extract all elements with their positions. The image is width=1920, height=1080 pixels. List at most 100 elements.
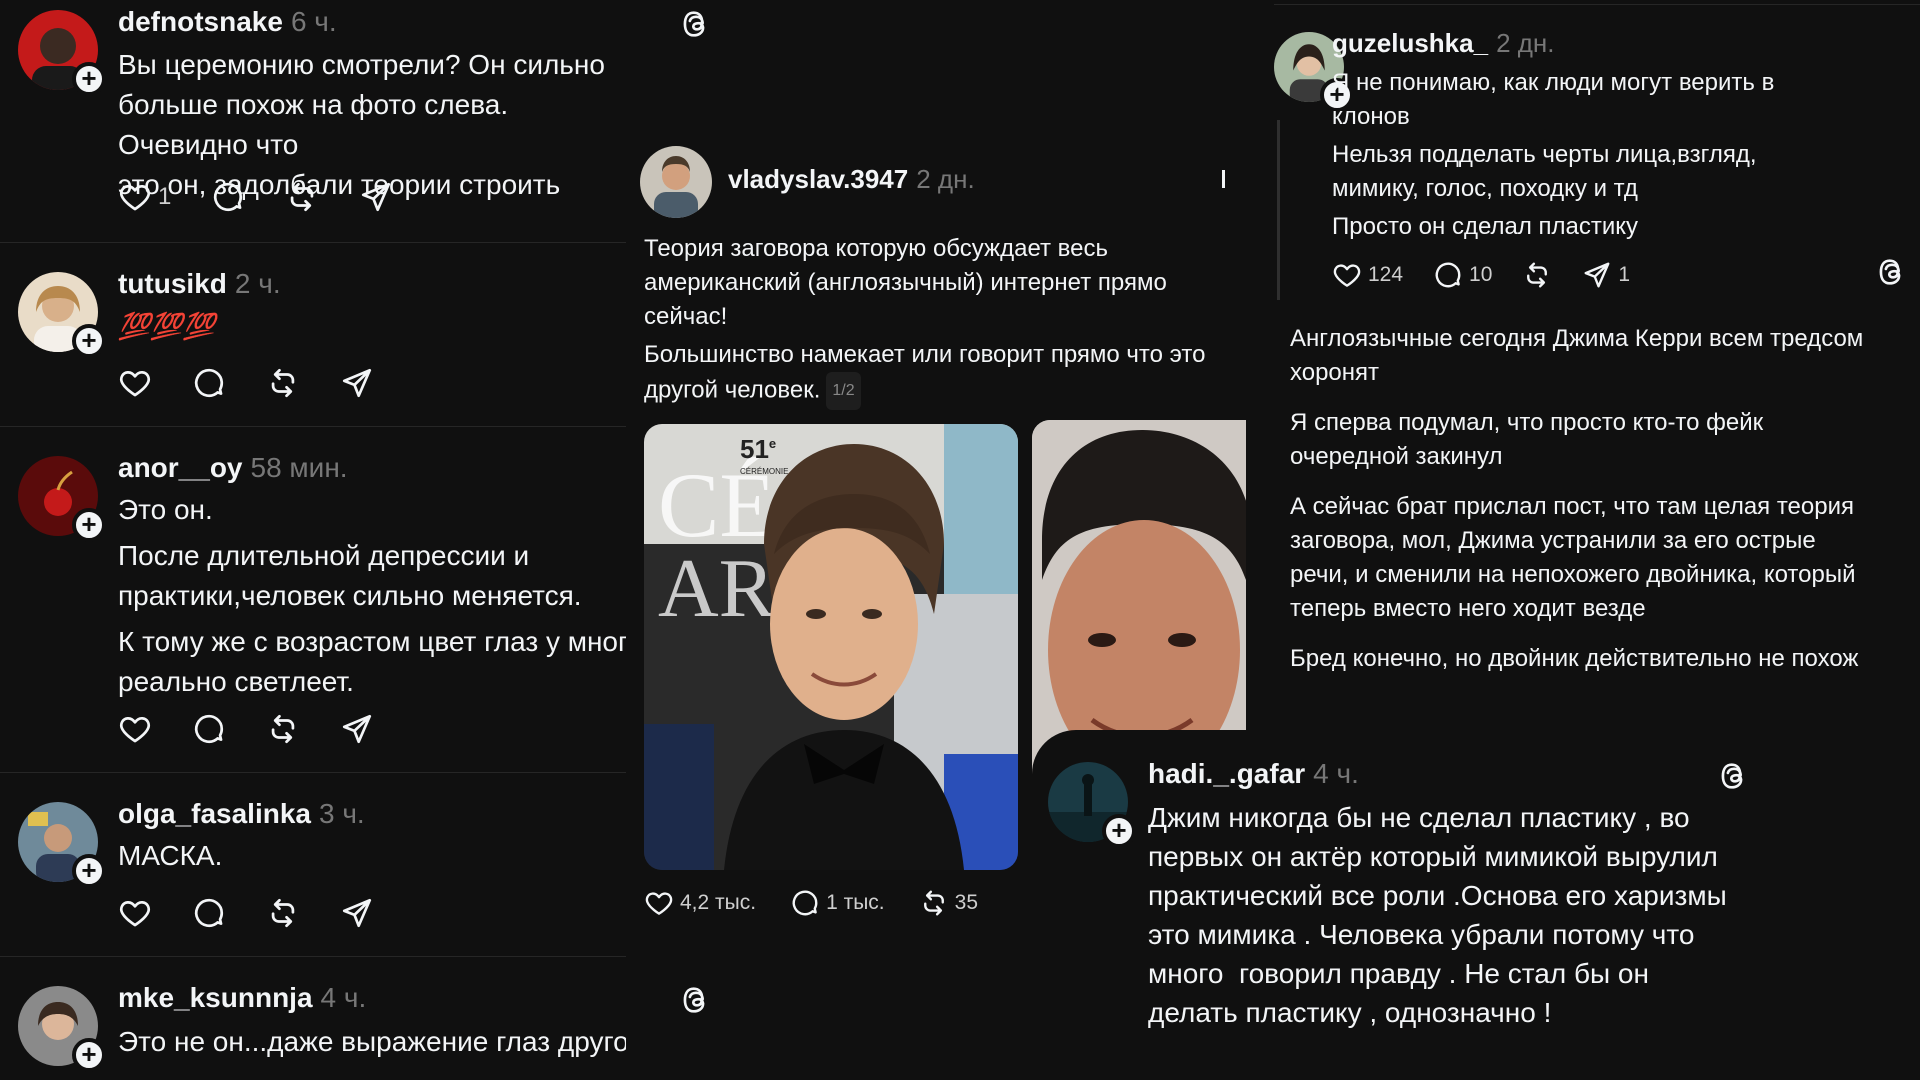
repost-icon bbox=[285, 180, 319, 214]
comment-bubble-icon bbox=[192, 712, 226, 746]
repost-button[interactable]: 35 bbox=[919, 888, 978, 918]
username[interactable]: guzelushka_ 2 дн. bbox=[1332, 28, 1555, 59]
repost-icon bbox=[266, 712, 300, 746]
username[interactable]: tutusikd 2 ч. bbox=[118, 268, 281, 300]
repost-button[interactable] bbox=[266, 712, 300, 746]
heart-icon bbox=[118, 180, 152, 214]
avatar-olga_fasalinka[interactable]: + bbox=[18, 802, 106, 888]
image-page-badge: 1/2 bbox=[826, 372, 861, 410]
repost-icon bbox=[919, 888, 949, 918]
share-paper-plane-icon bbox=[340, 896, 374, 930]
share-button[interactable] bbox=[340, 366, 374, 400]
action-bar: 4,2 тыс. 1 тыс. 35 bbox=[644, 888, 1018, 918]
divider bbox=[0, 426, 626, 427]
comment-button[interactable] bbox=[211, 180, 245, 214]
repost-button[interactable] bbox=[266, 896, 300, 930]
post-text: Это не он...даже выражение глаз другое..… bbox=[118, 1026, 626, 1057]
divider bbox=[1274, 4, 1920, 5]
like-button[interactable] bbox=[118, 712, 152, 746]
timestamp: 4 ч. bbox=[1313, 758, 1359, 789]
follow-plus-icon[interactable]: + bbox=[1102, 814, 1136, 848]
heart-icon bbox=[118, 366, 152, 400]
avatar-vladyslav[interactable] bbox=[640, 146, 712, 218]
username[interactable]: olga_fasalinka 3 ч. bbox=[118, 798, 365, 830]
repost-button[interactable] bbox=[285, 180, 319, 214]
action-bar bbox=[118, 712, 414, 746]
avatar-defnotsnake[interactable]: + bbox=[18, 10, 106, 96]
comment-button[interactable]: 1 тыс. bbox=[790, 888, 885, 918]
like-button[interactable] bbox=[118, 366, 152, 400]
username[interactable]: hadi._.gafar 4 ч. bbox=[1148, 758, 1359, 790]
repost-icon bbox=[1522, 260, 1552, 290]
timestamp: 2 дн. bbox=[916, 164, 975, 194]
heart-icon bbox=[118, 712, 152, 746]
follow-plus-icon[interactable]: + bbox=[72, 62, 106, 96]
action-bar: 124 10 1 bbox=[1332, 260, 1670, 290]
repost-icon bbox=[266, 896, 300, 930]
follow-plus-icon[interactable]: + bbox=[72, 1038, 106, 1072]
share-button[interactable] bbox=[359, 180, 393, 214]
divider bbox=[0, 242, 626, 243]
follow-plus-icon[interactable]: + bbox=[72, 324, 106, 358]
share-button[interactable] bbox=[340, 712, 374, 746]
share-paper-plane-icon bbox=[340, 366, 374, 400]
timestamp: 2 ч. bbox=[234, 268, 281, 299]
threads-logo-icon bbox=[1718, 760, 1750, 792]
threads-logo-icon bbox=[680, 8, 712, 40]
username[interactable]: anor__oy 58 мин. bbox=[118, 452, 348, 484]
action-bar bbox=[118, 896, 414, 930]
follow-plus-icon[interactable]: + bbox=[72, 508, 106, 542]
repost-button[interactable] bbox=[266, 366, 300, 400]
avatar-hadi[interactable]: + bbox=[1048, 762, 1136, 848]
username[interactable]: vladyslav.3947 2 дн. bbox=[728, 164, 975, 195]
post-text: Джим никогда бы не сделал пластику , во п… bbox=[1148, 802, 1727, 1028]
reply-post-hadi: + hadi._.gafar 4 ч. Джим никогда бы не сд… bbox=[1032, 730, 1920, 1080]
like-button[interactable] bbox=[118, 896, 152, 930]
comment-bubble-icon bbox=[192, 366, 226, 400]
comment-bubble-icon bbox=[192, 896, 226, 930]
threads-logo-icon bbox=[680, 984, 712, 1016]
timestamp: 4 ч. bbox=[320, 982, 367, 1013]
follow-plus-icon[interactable]: + bbox=[72, 854, 106, 888]
divider bbox=[0, 956, 626, 957]
share-button[interactable] bbox=[340, 896, 374, 930]
action-bar: 1 bbox=[118, 180, 433, 214]
heart-icon bbox=[118, 896, 152, 930]
action-bar bbox=[118, 366, 414, 400]
like-button[interactable]: 124 bbox=[1332, 260, 1403, 290]
share-button[interactable]: 1 bbox=[1582, 260, 1630, 290]
thread-line bbox=[1277, 120, 1280, 300]
avatar-anor__oy[interactable]: + bbox=[18, 456, 106, 542]
comment-button[interactable]: 10 bbox=[1433, 260, 1492, 290]
share-paper-plane-icon bbox=[359, 180, 393, 214]
post-photo-1[interactable]: CÉ AR 51e CÉRÉMONIE bbox=[644, 424, 1018, 870]
comment-button[interactable] bbox=[192, 712, 226, 746]
repost-icon bbox=[266, 366, 300, 400]
timestamp: 58 мин. bbox=[250, 452, 348, 483]
repost-button[interactable] bbox=[1522, 260, 1552, 290]
comment-button[interactable] bbox=[192, 896, 226, 930]
svg-text:CÉRÉMONIE: CÉRÉMONIE bbox=[740, 467, 788, 476]
left-comments-panel: + defnotsnake 6 ч. Вы церемонию смотрели?… bbox=[0, 0, 626, 1080]
share-paper-plane-icon bbox=[340, 712, 374, 746]
like-button[interactable]: 4,2 тыс. bbox=[644, 888, 756, 918]
message-text: Англоязычные сегодня Джима Керри всем тр… bbox=[1290, 325, 1864, 672]
comment-button[interactable] bbox=[192, 366, 226, 400]
timestamp: 2 дн. bbox=[1496, 28, 1555, 58]
heart-icon bbox=[644, 888, 674, 918]
comment-bubble-icon bbox=[790, 888, 820, 918]
heart-icon bbox=[1332, 260, 1362, 290]
threads-logo-icon bbox=[1876, 256, 1908, 288]
username[interactable]: mke_ksunnnja 4 ч. bbox=[118, 982, 366, 1014]
comment-bubble-icon bbox=[211, 180, 245, 214]
more-options-icon[interactable] bbox=[1222, 170, 1225, 188]
like-button[interactable]: 1 bbox=[118, 180, 171, 214]
post-text: МАСКА. bbox=[118, 840, 223, 871]
post-text: Теория заговора которую обсуждает весь ам… bbox=[644, 232, 1205, 410]
avatar-mke_ksunnnja[interactable]: + bbox=[18, 986, 106, 1072]
username[interactable]: defnotsnake 6 ч. bbox=[118, 6, 337, 38]
reply-panel: + guzelushka_ 2 дн. Я не понимаю, как люд… bbox=[1252, 0, 1920, 310]
svg-text:AR: AR bbox=[658, 542, 775, 635]
avatar-tutusikd[interactable]: + bbox=[18, 272, 106, 358]
timestamp: 3 ч. bbox=[318, 798, 365, 829]
